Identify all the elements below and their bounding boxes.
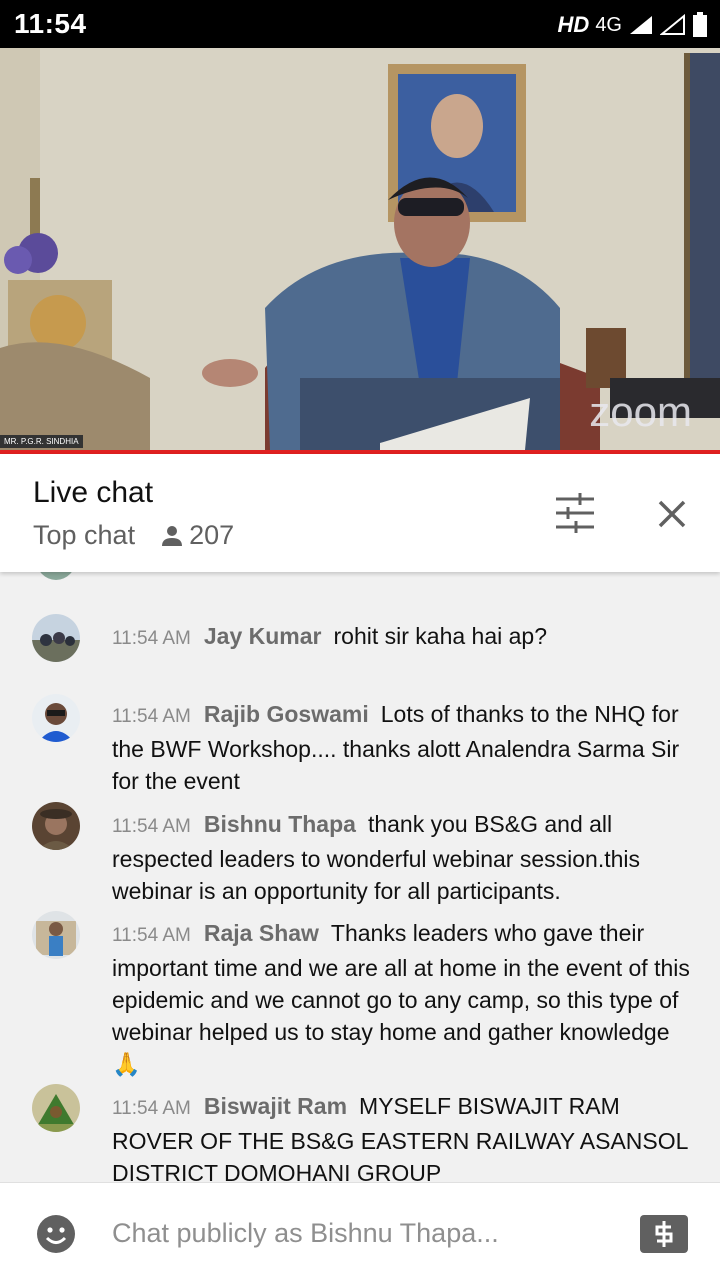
super-chat-button[interactable] (640, 1215, 688, 1253)
message-author[interactable]: Rajib Goswami (204, 701, 369, 727)
message-body: 11:54 AM Raja Shaw Thanks leaders who gave… (112, 917, 692, 1080)
filter-button[interactable] (552, 492, 598, 534)
message-text: MYSELF BISWAJIT RAM ROVER OF THE BS&G EA… (112, 1093, 688, 1182)
video-player[interactable]: zoom MR. P.G.R. SINDHIA (0, 48, 720, 450)
message-time: 11:54 AM (112, 628, 191, 649)
message-body: 11:54 AM Biswajit Ram MYSELF BISWAJIT RAM … (112, 1090, 692, 1182)
message-text: Lots of thanks to the NHQ for the BWF Wo… (112, 701, 680, 794)
person-icon (162, 525, 183, 546)
message-text: thank you BS&G and all respected leaders… (112, 811, 641, 904)
zoom-watermark: zoom (589, 388, 692, 435)
chat-subtitle: Top chat 207 (33, 520, 234, 551)
emoji-icon (37, 1215, 75, 1253)
message-time: 11:54 AM (112, 706, 191, 727)
close-icon (658, 500, 686, 528)
chat-header: Live chat Top chat 207 (0, 454, 720, 572)
message-body: 11:54 AM Rajib Goswami Lots of thanks to t… (112, 698, 692, 797)
chat-input[interactable] (112, 1211, 612, 1255)
participant-name-tag: MR. P.G.R. SINDHIA (0, 435, 83, 448)
avatar[interactable] (32, 802, 80, 850)
status-time: 11:54 (14, 8, 87, 39)
signal-empty-icon (660, 14, 685, 35)
avatar[interactable] (32, 694, 80, 742)
hd-label: HD (557, 12, 590, 37)
message-author[interactable]: Jay Kumar (204, 623, 322, 649)
message-author[interactable]: Raja Shaw (204, 920, 319, 946)
close-chat-button[interactable] (652, 494, 692, 534)
message-body: 11:54 AM Jay Kumar rohit sir kaha hai ap? (112, 620, 692, 655)
signal-icon (630, 16, 652, 34)
viewer-count: 207 (189, 520, 235, 550)
avatar-partial (36, 572, 76, 580)
avatar[interactable] (32, 614, 80, 662)
status-icons: HD 4G (558, 10, 708, 40)
message-text: rohit sir kaha hai ap? (333, 623, 548, 649)
chat-input-bar (0, 1182, 720, 1280)
status-bar: 11:54 HD 4G (0, 0, 720, 48)
emoji-button[interactable] (36, 1214, 76, 1254)
chat-message-list[interactable]: 11:54 AM Jay Kumar rohit sir kaha hai ap? … (0, 572, 720, 1182)
avatar[interactable] (32, 1084, 80, 1132)
tune-icon (556, 493, 594, 533)
network-type-label: 4G (595, 13, 622, 36)
message-author[interactable]: Bishnu Thapa (204, 811, 356, 837)
message-author[interactable]: Biswajit Ram (204, 1093, 347, 1119)
chat-mode-selector[interactable]: Top chat (33, 520, 135, 551)
avatar[interactable] (32, 911, 80, 959)
message-body: 11:54 AM Bishnu Thapa thank you BS&G and a… (112, 808, 692, 907)
battery-icon (693, 12, 707, 37)
message-time: 11:54 AM (112, 1098, 191, 1119)
chat-title: Live chat (33, 476, 154, 509)
message-text: Thanks leaders who gave their important … (112, 920, 690, 1077)
message-time: 11:54 AM (112, 925, 191, 946)
dollar-icon (655, 1221, 673, 1247)
message-time: 11:54 AM (112, 816, 191, 837)
